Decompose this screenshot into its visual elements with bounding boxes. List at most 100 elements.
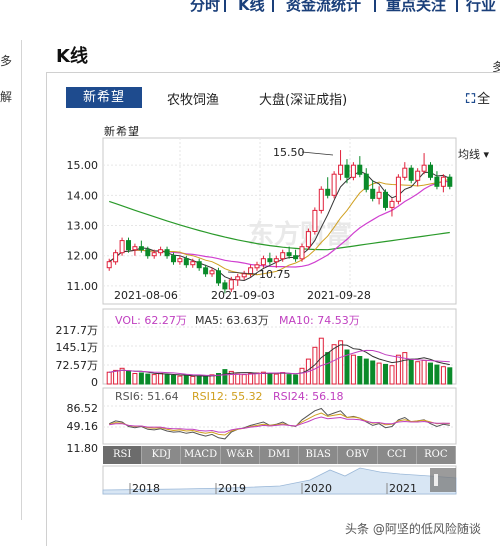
candle-body [415, 170, 421, 181]
candle-body [177, 258, 183, 263]
volume-bar [421, 359, 427, 385]
rsi24-legend: RSI24: 56.18 [273, 390, 344, 403]
vol-ma5-legend: MA5: 63.63万 [195, 314, 269, 327]
indicator-tabs: RSI KDJ MACD W&R DMI BIAS OBV CCI ROC [103, 446, 456, 464]
volume-bar [222, 369, 228, 385]
timeline-year: 2018 [132, 482, 160, 495]
price-tick: 14.00 [67, 189, 99, 202]
volume-bar [395, 354, 401, 385]
candle-body [113, 252, 119, 263]
price-tick: 11.00 [67, 280, 99, 293]
candle-body [370, 188, 376, 199]
candle-body [183, 258, 189, 266]
volume-bar [126, 370, 131, 385]
volume-bar [164, 374, 170, 385]
candle-body [299, 246, 305, 260]
volume-bar [183, 375, 189, 385]
candle-body [305, 231, 311, 248]
timeline-handle[interactable] [430, 468, 456, 492]
volume-bar [447, 367, 453, 385]
candle-body [293, 255, 299, 260]
volume-bar [113, 369, 119, 385]
volume-bar [370, 360, 376, 385]
candle-body [119, 240, 125, 254]
volume-bar [190, 375, 196, 385]
volume-bar [357, 356, 363, 385]
candle-body [318, 188, 324, 211]
candle-body [383, 191, 388, 208]
kline-chart[interactable]: 东方财富 15.0014.0013.0012.0011.00 15.50 10.… [0, 0, 500, 546]
candle-body [106, 261, 112, 269]
timeline-year: 2021 [389, 482, 417, 495]
candle-body [158, 249, 164, 254]
volume-bar [338, 340, 344, 385]
volume-bar [408, 358, 414, 385]
tab-dmi[interactable]: DMI [260, 446, 300, 464]
candle-body [428, 164, 433, 178]
high-annotation: 15.50 [273, 146, 305, 159]
volume-bar [151, 374, 157, 385]
volume-bar [235, 373, 241, 385]
tab-rsi[interactable]: RSI [103, 446, 143, 464]
candle-body [331, 173, 337, 196]
candle-body [267, 258, 273, 263]
volume-bar [331, 344, 337, 385]
candle-body [421, 164, 427, 172]
candle-body [395, 176, 401, 202]
volume-bar [254, 372, 260, 385]
volume-bar [383, 363, 388, 385]
candle-body [273, 258, 279, 263]
volume-tick: 217.7万 [56, 324, 99, 337]
candle-body [402, 167, 408, 178]
candle-body [222, 282, 228, 290]
candle-body [363, 173, 369, 190]
volume-bar [350, 354, 356, 385]
volume-bar [280, 372, 286, 385]
vol-ma10-legend: MA10: 74.53万 [279, 314, 360, 327]
volume-bar [389, 365, 395, 385]
tab-roc[interactable]: ROC [417, 446, 456, 464]
tab-cci[interactable]: CCI [378, 446, 417, 464]
tab-wr[interactable]: W&R [221, 446, 260, 464]
candle-body [126, 240, 131, 251]
candle-body [190, 261, 196, 266]
candle-body [241, 273, 247, 278]
rsi-tick: 86.52 [67, 402, 99, 415]
volume-bar [376, 362, 382, 385]
volume-bar [325, 352, 331, 385]
candle-body [408, 167, 414, 181]
volume-bar [145, 373, 151, 385]
price-tick: 15.00 [67, 159, 99, 172]
volume-bar [293, 374, 299, 385]
handle-grip-icon [434, 474, 438, 486]
candle-body [325, 188, 331, 196]
candle-body [132, 246, 138, 251]
candle-body [440, 176, 446, 187]
volume-bar [299, 367, 305, 385]
volume-bar [248, 373, 254, 385]
candle-body [389, 200, 395, 208]
volume-bar [132, 373, 138, 385]
tab-macd[interactable]: MACD [181, 446, 221, 464]
volume-bar [106, 371, 112, 385]
candle-body [203, 267, 209, 275]
price-tick: 12.00 [67, 250, 99, 263]
timeline-year: 2019 [218, 482, 246, 495]
price-tick: 13.00 [67, 220, 99, 233]
rsi6-legend: RSI6: 51.64 [115, 390, 179, 403]
volume-tick: 72.57万 [56, 359, 99, 372]
source-credit: 头条 @阿坚的低风险随谈 [345, 522, 481, 536]
candle-body [248, 267, 254, 275]
volume-bar [203, 376, 209, 385]
candle-body [164, 249, 170, 257]
tab-bias[interactable]: BIAS [299, 446, 339, 464]
date-label: 2021-09-28 [307, 289, 371, 302]
candle-body [280, 252, 286, 260]
volume-bar [138, 372, 144, 385]
volume-bar [267, 373, 273, 385]
volume-bar [363, 358, 369, 385]
candle-body [235, 276, 241, 281]
candle-body [344, 164, 350, 178]
tab-obv[interactable]: OBV [338, 446, 378, 464]
tab-kdj[interactable]: KDJ [142, 446, 182, 464]
